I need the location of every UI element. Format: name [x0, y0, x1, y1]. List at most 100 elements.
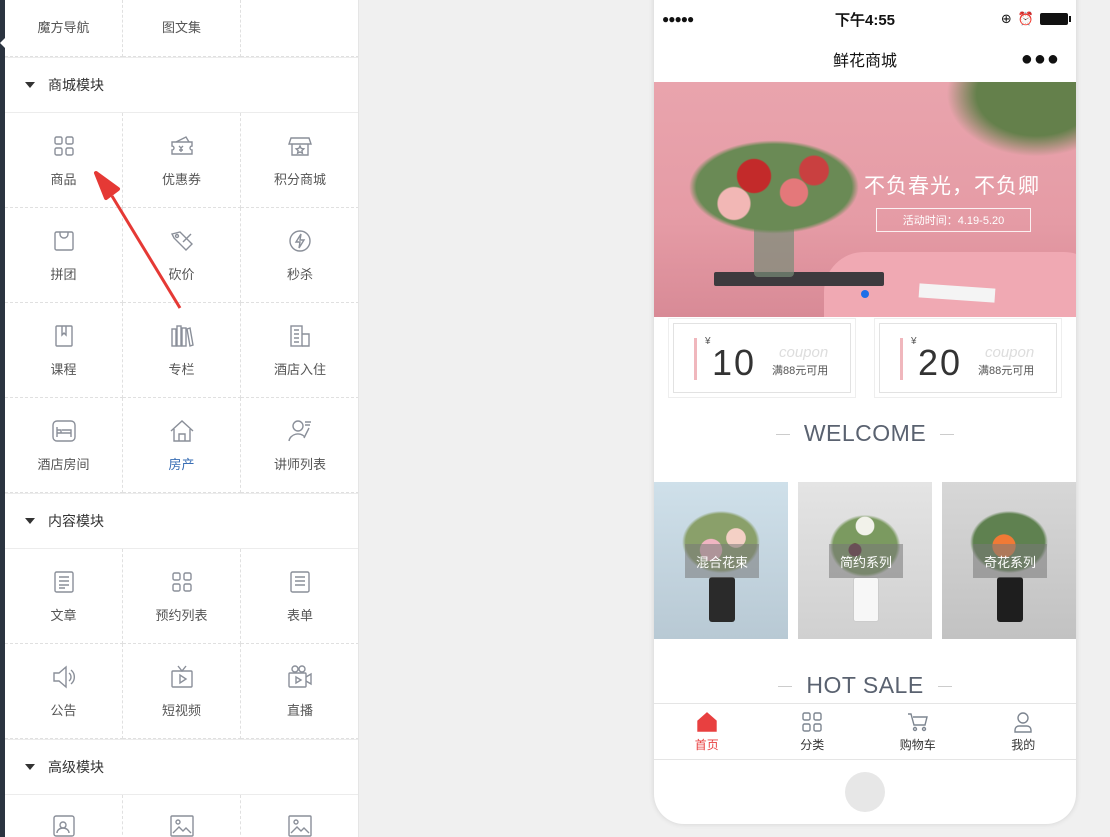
section-header-content[interactable]: 内容模块	[5, 493, 358, 549]
tab-category[interactable]: 分类	[760, 704, 866, 759]
phone-home-button[interactable]	[845, 772, 885, 812]
coupon-watermark: coupon	[985, 344, 1035, 361]
section-header-mall[interactable]: 商城模块	[5, 57, 358, 113]
tab-mine[interactable]: 我的	[971, 704, 1077, 759]
vase-image	[997, 577, 1023, 622]
component-bargain[interactable]: 砍价	[123, 208, 241, 303]
teacher-icon	[287, 418, 313, 444]
component-hotel-checkin[interactable]: 酒店入住	[241, 303, 358, 398]
category-label: 混合花束	[685, 544, 759, 578]
nav-title: 鲜花商城	[832, 53, 897, 70]
component-image[interactable]	[123, 795, 241, 837]
welcome-heading: WELCOME	[654, 420, 1076, 447]
battery-icon	[1040, 13, 1071, 25]
camera-icon	[287, 664, 313, 690]
tag-icon	[169, 228, 195, 254]
user-icon	[1014, 711, 1032, 733]
component-goods[interactable]: 商品	[5, 113, 123, 208]
article-icon	[51, 569, 77, 595]
vase-image	[853, 577, 879, 622]
component-points-mall[interactable]: 积分商城	[241, 113, 358, 208]
tab-home[interactable]: 首页	[654, 704, 760, 759]
category-card[interactable]: 奇花系列	[942, 482, 1076, 639]
component-article[interactable]: 文章	[5, 549, 123, 644]
category-card[interactable]: 简约系列	[798, 482, 932, 639]
component-label: 短视频	[161, 702, 201, 718]
coupon-bar	[900, 338, 903, 380]
component-image-gallery[interactable]: 图文集	[123, 0, 241, 57]
component-flash-sale[interactable]: 秒杀	[241, 208, 358, 303]
caret-down-icon	[25, 518, 35, 524]
component-label: 秒杀	[286, 266, 313, 282]
component-label: 酒店房间	[37, 456, 90, 472]
coupon-list: ¥ 10 coupon 满88元可用 ¥ 20 coupon 满88元可用	[668, 318, 1062, 398]
lightning-icon	[287, 228, 313, 254]
section-title: 高级模块	[48, 759, 104, 775]
category-label: 奇花系列	[973, 544, 1047, 578]
component-label: 砍价	[168, 266, 195, 282]
speaker-icon	[51, 664, 77, 690]
category-list: 混合花束 简约系列 奇花系列	[654, 482, 1076, 639]
component-notice[interactable]: 公告	[5, 644, 123, 739]
component-short-video[interactable]: 短视频	[123, 644, 241, 739]
phone-preview: ●●●●● 下午4:55 ⊕ ⏰ 鲜花商城 ●●● 不负春光，不负卿 活动时间：…	[654, 0, 1076, 824]
banner-title: 不负春光，不负卿	[864, 175, 1040, 198]
empty-cell	[241, 0, 358, 57]
status-time: 下午4:55	[834, 11, 896, 29]
caret-down-icon	[25, 82, 35, 88]
component-label: 讲师列表	[273, 456, 326, 472]
coupon-card[interactable]: ¥ 20 coupon 满88元可用	[874, 318, 1062, 398]
component-real-estate[interactable]: 房产	[123, 398, 241, 493]
category-label: 简约系列	[829, 544, 903, 578]
bed-icon	[51, 418, 77, 444]
banner[interactable]: 不负春光，不负卿 活动时间：4.19-5.20	[654, 82, 1076, 317]
vase-image	[709, 577, 735, 622]
component-label: 酒店入住	[273, 361, 326, 377]
building-icon	[287, 323, 313, 349]
component-live[interactable]: 直播	[241, 644, 358, 739]
component-label: 魔方导航	[37, 20, 90, 35]
component-label: 直播	[286, 702, 313, 718]
coupon-icon	[169, 133, 195, 159]
component-course[interactable]: 课程	[5, 303, 123, 398]
bag-icon	[51, 228, 77, 254]
mall-grid: 商品 优惠券 积分商城 拼团 砍价 秒杀 课程 专栏 酒店入住 酒店房间 房产 …	[5, 113, 358, 493]
more-icon[interactable]: ●●●	[1021, 48, 1060, 71]
section-title: 内容模块	[48, 513, 104, 529]
bouquet-image	[674, 132, 874, 242]
top-partial-row: 魔方导航 图文集	[5, 0, 358, 57]
coupon-currency: ¥	[911, 336, 917, 347]
cart-icon	[907, 712, 928, 731]
house-icon	[169, 418, 195, 444]
component-label: 公告	[50, 702, 77, 718]
tab-cart[interactable]: 购物车	[865, 704, 971, 759]
section-header-advanced[interactable]: 高级模块	[5, 739, 358, 795]
coupon-card[interactable]: ¥ 10 coupon 满88元可用	[668, 318, 856, 398]
carousel-indicator[interactable]	[861, 290, 869, 298]
nav-bar: 鲜花商城 ●●●	[654, 40, 1076, 78]
component-label: 商品	[50, 171, 77, 187]
content-grid: 文章 预约列表 表单 公告 短视频 直播	[5, 549, 358, 739]
component-booking-list[interactable]: 预约列表	[123, 549, 241, 644]
component-teacher-list[interactable]: 讲师列表	[241, 398, 358, 493]
component-form[interactable]: 表单	[241, 549, 358, 644]
tv-icon	[169, 664, 195, 690]
component-label: 积分商城	[273, 171, 326, 187]
component-column[interactable]: 专栏	[123, 303, 241, 398]
caret-down-icon	[25, 764, 35, 770]
component-coupon[interactable]: 优惠券	[123, 113, 241, 208]
profile-card-icon	[51, 813, 77, 837]
store-icon	[287, 133, 313, 159]
component-group-buy[interactable]: 拼团	[5, 208, 123, 303]
component-image-2[interactable]	[241, 795, 358, 837]
component-label: 预约列表	[155, 607, 208, 623]
category-card[interactable]: 混合花束	[654, 482, 788, 639]
component-profile-card[interactable]	[5, 795, 123, 837]
component-magic-nav[interactable]: 魔方导航	[5, 0, 123, 57]
books-icon	[169, 323, 195, 349]
coupon-bar	[694, 338, 697, 380]
tab-label: 分类	[800, 737, 825, 752]
component-label: 拼团	[50, 266, 77, 282]
component-hotel-room[interactable]: 酒店房间	[5, 398, 123, 493]
component-label: 房产	[168, 456, 195, 472]
